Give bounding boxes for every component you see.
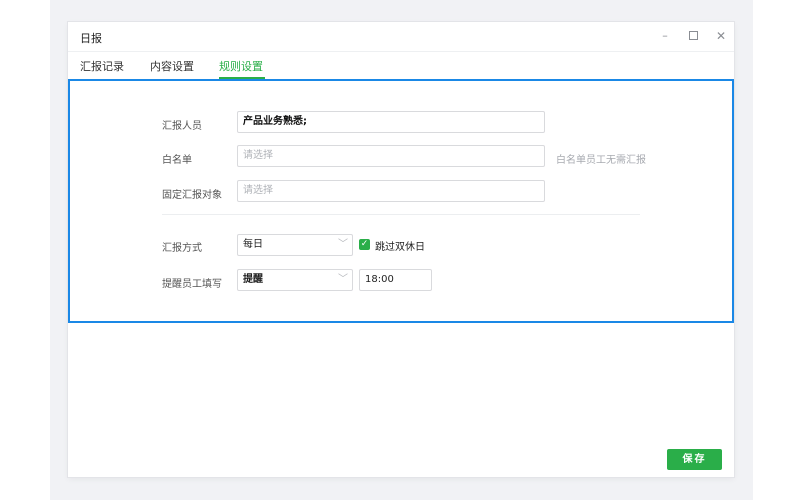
tab-content-settings[interactable]: 内容设置 xyxy=(150,58,194,78)
skip-weekends-label: 跳过双休日 xyxy=(375,242,425,253)
skip-weekends-checkbox[interactable]: ✓ xyxy=(359,239,370,250)
window-title: 日报 xyxy=(80,32,102,45)
method-label: 汇报方式 xyxy=(162,243,202,254)
reporters-label: 汇报人员 xyxy=(162,121,202,132)
whitelist-hint: 白名单员工无需汇报 xyxy=(556,155,646,166)
tab-rule-settings[interactable]: 规则设置 xyxy=(219,58,265,79)
method-value: 每日 xyxy=(243,239,263,250)
section-divider xyxy=(162,214,640,215)
save-button[interactable]: 保存 xyxy=(667,449,722,470)
reminder-value: 提醒 xyxy=(243,274,263,285)
chevron-down-icon: ﹀ xyxy=(338,239,348,250)
tab-report-records[interactable]: 汇报记录 xyxy=(80,58,124,78)
reminder-select[interactable]: 提醒 ﹀ xyxy=(237,269,353,291)
whitelist-select[interactable]: 请选择 xyxy=(237,145,545,167)
minimize-icon[interactable]: – xyxy=(657,28,673,44)
daily-report-window: 日报 – ✕ 汇报记录 内容设置 规则设置 汇报人员 产品业务熟悉; 白名单 请… xyxy=(68,22,734,477)
method-select[interactable]: 每日 ﹀ xyxy=(237,234,353,256)
whitelist-label: 白名单 xyxy=(162,155,192,166)
tab-bar: 汇报记录 内容设置 规则设置 xyxy=(68,51,734,80)
close-icon[interactable]: ✕ xyxy=(713,28,729,44)
fixed-target-select[interactable]: 请选择 xyxy=(237,180,545,202)
reporters-input[interactable]: 产品业务熟悉; xyxy=(237,111,545,133)
fixed-target-label: 固定汇报对象 xyxy=(162,190,222,201)
maximize-icon[interactable] xyxy=(685,28,701,44)
rule-settings-panel: 汇报人员 产品业务熟悉; 白名单 请选择 白名单员工无需汇报 固定汇报对象 请选… xyxy=(68,79,734,323)
chevron-down-icon: ﹀ xyxy=(338,274,348,285)
reminder-label: 提醒员工填写 xyxy=(162,279,222,290)
reminder-time-input[interactable]: 18:00 xyxy=(359,269,432,291)
title-bar: 日报 – ✕ xyxy=(68,22,734,51)
